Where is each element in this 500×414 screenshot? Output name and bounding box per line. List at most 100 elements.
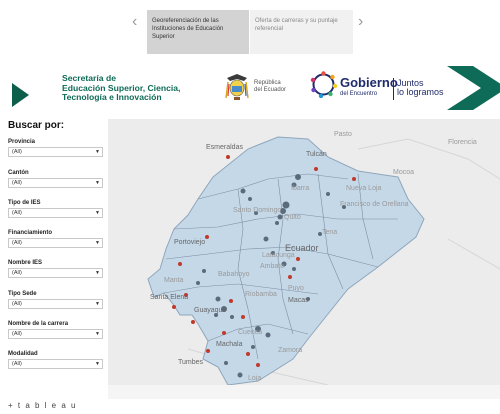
map-marker[interactable] xyxy=(246,352,250,356)
map-marker[interactable] xyxy=(230,315,234,319)
republica-line: del Ecuador xyxy=(254,87,287,93)
filter-canton: Cantón (All) ▼ xyxy=(8,169,108,188)
filter-tipo-ies: Tipo de IES (All) ▼ xyxy=(8,199,108,218)
map-marker[interactable] xyxy=(275,221,279,225)
ecuador-coat-of-arms-icon xyxy=(225,74,249,100)
map-label-puyo: Puyo xyxy=(288,285,304,292)
map-label-tumbes: Tumbes xyxy=(178,359,204,366)
map-marker[interactable] xyxy=(251,345,255,349)
map-marker[interactable] xyxy=(196,281,200,285)
map-marker[interactable] xyxy=(295,174,301,180)
dropdown-value: (All) xyxy=(12,180,22,186)
caret-down-icon: ▼ xyxy=(95,301,100,307)
map-marker[interactable] xyxy=(241,315,245,319)
map-marker[interactable] xyxy=(224,361,228,365)
nombre-carrera-dropdown[interactable]: (All) ▼ xyxy=(8,329,103,339)
tipo-sede-dropdown[interactable]: (All) ▼ xyxy=(8,299,103,309)
republica-ecuador-text: República del Ecuador xyxy=(254,80,286,94)
caret-down-icon: ▼ xyxy=(95,270,100,276)
filter-label: Nombre de la carrera xyxy=(8,321,69,327)
map-marker[interactable] xyxy=(191,320,195,324)
dropdown-value: (All) xyxy=(12,149,22,155)
filter-label: Financiamiento xyxy=(8,230,53,236)
map-label-ambato: Ambato xyxy=(260,263,285,270)
viz-toolbar xyxy=(108,385,500,399)
ies-map[interactable]: Esmeraldas Tulcán Pasto Florencia Mocoa … xyxy=(108,119,500,385)
map-label-tena: Tena xyxy=(322,229,338,236)
tableau-logo[interactable]: + t a b l e a u xyxy=(8,401,77,410)
map-label-santa-elena: Santa Elena xyxy=(150,294,189,301)
map-label-nueva-loja: Nueva Loja xyxy=(346,185,382,192)
filter-modalidad: Modalidad (All) ▼ xyxy=(8,350,108,369)
map-marker[interactable] xyxy=(172,305,176,309)
filter-label: Cantón xyxy=(8,170,29,176)
map-marker[interactable] xyxy=(296,257,300,261)
map-marker[interactable] xyxy=(229,299,233,303)
canton-dropdown[interactable]: (All) ▼ xyxy=(8,178,103,188)
story-point-georeferenciacion[interactable]: Georeferenciación de las Instituciones d… xyxy=(147,10,249,54)
dropdown-value: (All) xyxy=(12,361,22,367)
filter-financiamiento: Financiamiento (All) ▼ xyxy=(8,229,108,248)
map-marker[interactable] xyxy=(326,192,330,196)
filter-tipo-sede: Tipo Sede (All) ▼ xyxy=(8,290,108,309)
gobierno-encuentro-logo-icon xyxy=(310,71,337,98)
filter-label: Nombre IES xyxy=(8,260,43,266)
filter-label: Modalidad xyxy=(8,351,38,357)
map-marker[interactable] xyxy=(202,269,206,273)
map-label-florencia: Florencia xyxy=(448,139,477,146)
filter-panel: Buscar por: xyxy=(8,120,108,137)
map-label-zamora: Zamora xyxy=(278,347,303,354)
map-marker[interactable] xyxy=(263,236,269,242)
header-divider xyxy=(393,78,394,100)
map-marker[interactable] xyxy=(292,267,296,271)
story-point-oferta-carreras[interactable]: Oferta de carreras y su puntaje referenc… xyxy=(250,10,353,54)
filter-heading: Buscar por: xyxy=(8,120,65,131)
map-marker[interactable] xyxy=(282,201,290,209)
filter-label: Tipo de IES xyxy=(8,200,41,206)
map-marker[interactable] xyxy=(277,214,283,220)
modalidad-dropdown[interactable]: (All) ▼ xyxy=(8,359,103,369)
map-marker[interactable] xyxy=(222,331,226,335)
map-label-tulcan: Tulcán xyxy=(306,151,327,158)
senescyt-line: Tecnología e Innovación xyxy=(62,92,162,103)
map-marker[interactable] xyxy=(288,275,292,279)
map-label-machala: Machala xyxy=(216,341,243,348)
map-marker[interactable] xyxy=(256,363,260,367)
story-point-label: Oferta de carreras y su puntaje referenc… xyxy=(255,18,338,32)
map-label-orellana: Francisco de Orellana xyxy=(340,201,409,208)
map-marker[interactable] xyxy=(237,372,243,378)
tableau-story: ‹ Georeferenciación de las Instituciones… xyxy=(0,0,500,414)
map-marker[interactable] xyxy=(206,349,210,353)
filter-nombre-carrera: Nombre de la carrera (All) ▼ xyxy=(8,320,108,339)
map-marker[interactable] xyxy=(314,167,318,171)
map-marker[interactable] xyxy=(248,197,252,201)
map-marker[interactable] xyxy=(215,296,221,302)
map-label-pasto: Pasto xyxy=(334,131,352,138)
map-label-latacunga: Latacunga xyxy=(262,252,295,259)
financiamiento-dropdown[interactable]: (All) ▼ xyxy=(8,238,103,248)
brand-chevron-right-icon xyxy=(447,66,500,110)
map-label-manta: Manta xyxy=(164,277,184,284)
map-label-quito: Quito xyxy=(284,214,301,221)
map-marker[interactable] xyxy=(178,262,182,266)
brand-chevron-icon xyxy=(12,83,29,107)
nombre-ies-dropdown[interactable]: (All) ▼ xyxy=(8,268,103,278)
dropdown-value: (All) xyxy=(12,240,22,246)
caret-down-icon: ▼ xyxy=(95,361,100,367)
map-marker[interactable] xyxy=(265,332,271,338)
chevron-left-icon[interactable]: ‹ xyxy=(132,14,137,30)
caret-down-icon: ▼ xyxy=(95,331,100,337)
map-marker[interactable] xyxy=(205,235,209,239)
filter-provincia: Provincia (All) ▼ xyxy=(8,138,108,157)
chevron-right-icon[interactable]: › xyxy=(358,14,363,30)
map-marker[interactable] xyxy=(226,155,230,159)
dropdown-value: (All) xyxy=(12,301,22,307)
filter-label: Tipo Sede xyxy=(8,291,37,297)
juntos-line: lo logramos xyxy=(397,87,444,97)
map-marker[interactable] xyxy=(352,177,356,181)
dropdown-value: (All) xyxy=(12,210,22,216)
caret-down-icon: ▼ xyxy=(95,149,100,155)
provincia-dropdown[interactable]: (All) ▼ xyxy=(8,147,103,157)
tipo-ies-dropdown[interactable]: (All) ▼ xyxy=(8,208,103,218)
map-marker[interactable] xyxy=(240,188,246,194)
